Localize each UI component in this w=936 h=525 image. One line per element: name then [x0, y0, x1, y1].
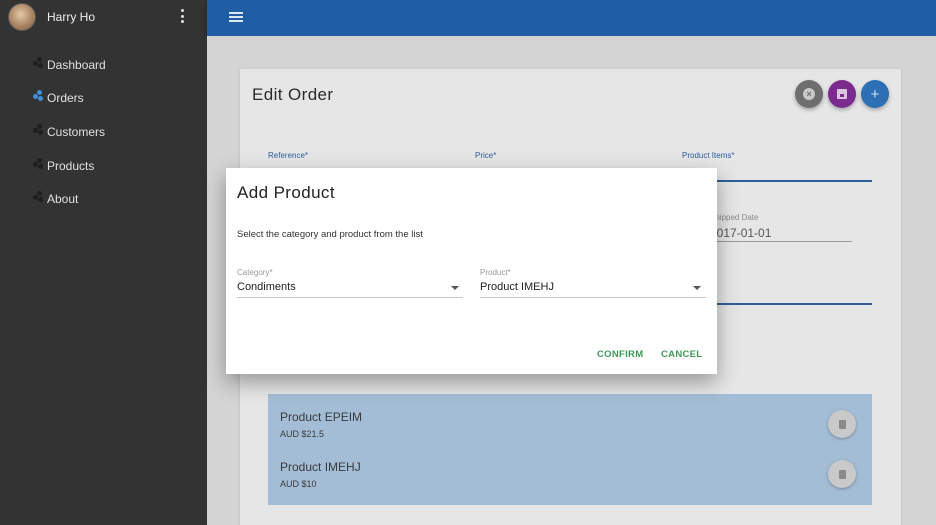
add-fab-button[interactable]: + — [861, 80, 889, 108]
save-icon — [837, 89, 847, 99]
product-items-label: Product Items* — [682, 151, 735, 160]
shipped-date-field[interactable]: 2017-01-01 — [710, 226, 771, 240]
shipped-date-underline — [710, 241, 852, 242]
more-vert-icon[interactable] — [181, 9, 185, 23]
sidebar-nav: Dashboard Orders Customers Products Abou… — [0, 48, 207, 216]
cancel-fab-button[interactable]: × — [795, 80, 823, 108]
bubbles-icon — [33, 191, 45, 203]
chevron-down-icon[interactable] — [451, 286, 459, 290]
list-item: Product IMEHJ AUD $10 — [280, 460, 361, 489]
product-name: Product EPEIM — [280, 410, 363, 424]
sidebar-item-products[interactable]: Products — [0, 149, 207, 183]
product-label: Product* — [480, 268, 511, 277]
category-underline — [237, 297, 463, 298]
category-label: Category* — [237, 268, 273, 277]
sidebar-item-label: Orders — [47, 91, 84, 106]
sidebar-item-label: Products — [47, 158, 95, 173]
sidebar-item-customers[interactable]: Customers — [0, 115, 207, 149]
product-price: AUD $10 — [280, 479, 317, 489]
trash-icon — [838, 469, 846, 479]
cancel-button[interactable]: CANCEL — [661, 349, 702, 360]
user-name: Harry Ho — [47, 10, 96, 24]
sidebar-item-orders[interactable]: Orders — [0, 82, 207, 116]
bubbles-icon — [33, 56, 45, 69]
sidebar-item-label: About — [47, 192, 79, 207]
reference-label: Reference* — [268, 151, 309, 160]
delete-item-button[interactable] — [828, 460, 856, 488]
shipped-date-label: Shipped Date — [710, 213, 759, 222]
delete-item-button[interactable] — [828, 410, 856, 438]
sidebar-item-label: Dashboard — [47, 57, 106, 72]
dialog-description: Select the category and product from the… — [237, 229, 423, 240]
sidebar: Harry Ho Dashboard Orders Customers Prod… — [0, 0, 207, 525]
dialog-title: Add Product — [237, 183, 335, 202]
avatar[interactable] — [8, 3, 36, 31]
page-title: Edit Order — [252, 85, 334, 104]
product-name: Product IMEHJ — [280, 460, 361, 474]
product-price: AUD $21.5 — [280, 429, 325, 439]
add-product-dialog: Add Product Select the category and prod… — [226, 168, 717, 374]
save-fab-button[interactable] — [828, 80, 856, 108]
product-items-list: Product EPEIM AUD $21.5 Product IMEHJ AU… — [268, 394, 872, 505]
plus-icon: + — [870, 85, 880, 103]
sidebar-item-about[interactable]: About — [0, 182, 207, 216]
close-icon: × — [803, 88, 815, 100]
product-underline — [480, 297, 706, 298]
price-label: Price* — [475, 151, 497, 160]
chevron-down-icon[interactable] — [693, 286, 701, 290]
field-underline — [710, 303, 872, 305]
bubbles-icon — [33, 90, 45, 102]
menu-icon[interactable] — [229, 12, 243, 22]
trash-icon — [838, 419, 846, 429]
sidebar-item-label: Customers — [47, 124, 106, 139]
list-item: Product EPEIM AUD $21.5 — [280, 410, 362, 439]
app-bar — [207, 0, 936, 36]
bubbles-icon — [33, 157, 45, 170]
bubbles-icon — [33, 123, 45, 136]
confirm-button[interactable]: CONFIRM — [597, 349, 643, 360]
product-select[interactable]: Product IMEHJ — [480, 281, 554, 293]
category-select[interactable]: Condiments — [237, 281, 296, 293]
sidebar-header: Harry Ho — [0, 0, 207, 34]
sidebar-item-dashboard[interactable]: Dashboard — [0, 48, 207, 82]
